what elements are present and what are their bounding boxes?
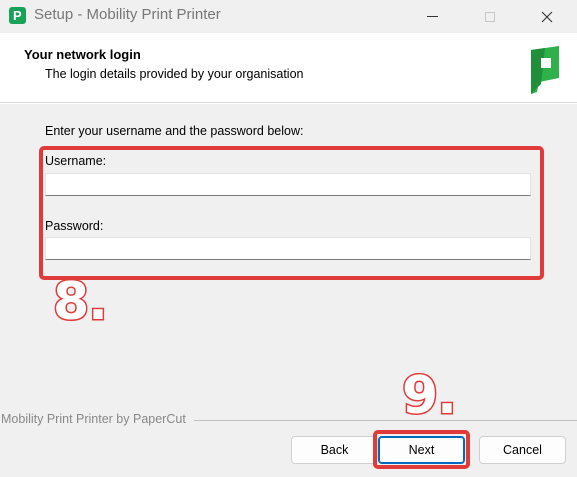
app-icon-letter: P: [13, 8, 22, 23]
step-8-annotation: 8.: [52, 272, 110, 332]
footer-divider: [194, 420, 577, 421]
instruction-text: Enter your username and the password bel…: [45, 124, 304, 138]
fields-highlight-box: [39, 146, 544, 280]
close-icon: [541, 11, 553, 22]
minimize-icon: [426, 16, 438, 17]
papercut-logo-icon: [531, 46, 559, 94]
title-bar: P Setup - Mobility Print Printer: [0, 0, 577, 33]
branding-text: Mobility Print Printer by PaperCut: [1, 412, 190, 426]
page-title: Your network login: [24, 47, 141, 62]
cancel-button[interactable]: Cancel: [479, 436, 566, 464]
next-highlight-box: [373, 430, 470, 469]
maximize-icon: [485, 11, 495, 22]
minimize-button[interactable]: [409, 0, 455, 33]
step-9-annotation: 9.: [401, 366, 459, 426]
maximize-button: [467, 0, 513, 33]
back-button[interactable]: Back: [291, 436, 378, 464]
page-subtitle: The login details provided by your organ…: [45, 67, 304, 81]
close-button[interactable]: [524, 0, 570, 33]
papercut-p-icon: P: [9, 7, 26, 24]
wizard-header: Your network login The login details pro…: [0, 33, 577, 103]
window-title: Setup - Mobility Print Printer: [34, 6, 221, 23]
